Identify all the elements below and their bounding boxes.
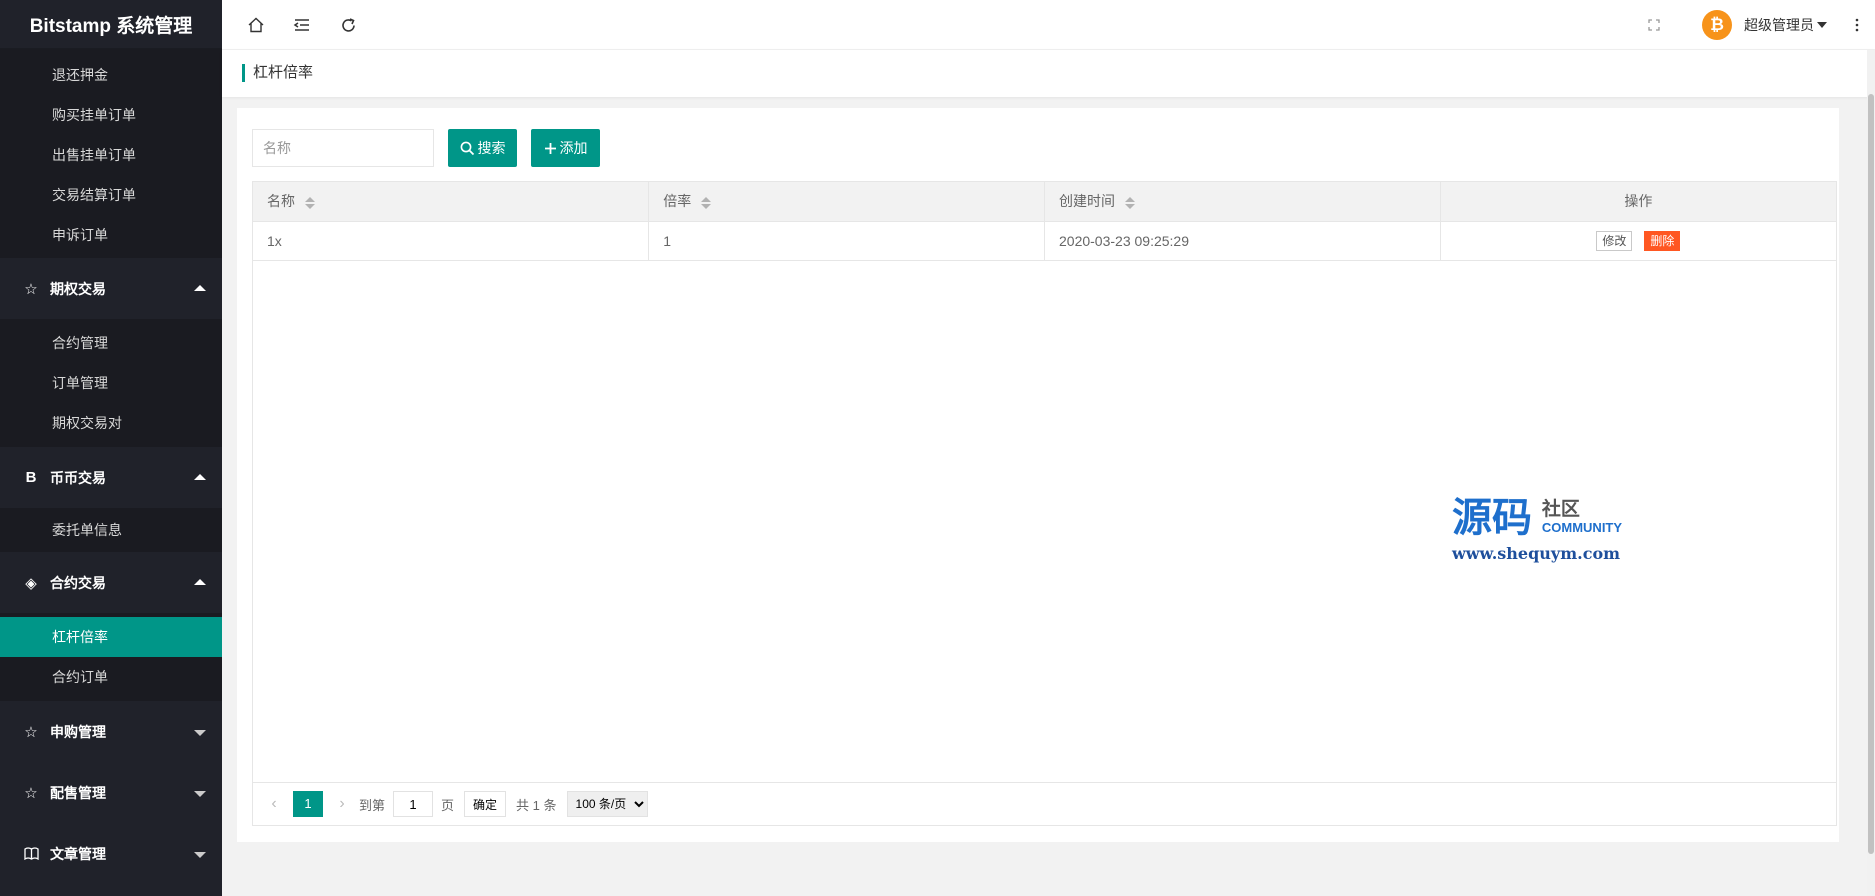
chevron-down-icon xyxy=(194,790,206,797)
sidebar-item-settlement-orders[interactable]: 交易结算订单 xyxy=(0,175,222,215)
star-icon: ☆ xyxy=(24,280,38,298)
page-unit-label: 页 xyxy=(441,797,455,813)
page-scrollbar[interactable] xyxy=(1867,50,1875,896)
user-menu[interactable]: ₿ 超级管理员 xyxy=(1702,10,1827,40)
current-page[interactable]: 1 xyxy=(293,791,323,817)
cell-rate: 1 xyxy=(648,221,1045,261)
sidebar-item-entrust-info[interactable]: 委托单信息 xyxy=(0,510,222,550)
page-size-select[interactable]: 100 条/页 xyxy=(566,791,648,817)
column-header-name[interactable]: 名称 xyxy=(253,182,650,222)
sidebar-item-buy-orders[interactable]: 购买挂单订单 xyxy=(0,95,222,135)
refresh-icon[interactable] xyxy=(336,13,360,37)
column-header-actions: 操作 xyxy=(1440,182,1836,222)
cell-name: 1x xyxy=(253,221,650,261)
sidebar-item-refund-deposit[interactable]: 退还押金 xyxy=(0,55,222,95)
sidebar-group-options[interactable]: ☆ 期权交易 xyxy=(0,258,222,319)
sidebar-group-label: 文章管理 xyxy=(50,845,106,862)
spot-submenu: 委托单信息 xyxy=(0,508,222,552)
content-panel: 搜索 添加 名称 倍率 创建时间 操作 1x 1 2020-03-23 09:2… xyxy=(237,108,1839,842)
edit-button[interactable]: 修改 xyxy=(1596,230,1633,251)
chevron-up-icon xyxy=(194,284,206,291)
search-icon xyxy=(460,141,474,155)
cell-actions: 修改 删除 xyxy=(1440,221,1836,261)
sidebar-group-spot[interactable]: B 币币交易 xyxy=(0,447,222,508)
home-icon[interactable] xyxy=(244,13,268,37)
sidebar-group-label: 币币交易 xyxy=(50,469,106,486)
fullscreen-icon[interactable] xyxy=(1642,13,1666,37)
watermark-side: 社区 COMMUNITY xyxy=(1542,500,1622,536)
sidebar-top-submenu: 退还押金 购买挂单订单 出售挂单订单 交易结算订单 申诉订单 xyxy=(0,49,222,258)
column-header-rate[interactable]: 倍率 xyxy=(648,182,1045,222)
page-title: 杠杆倍率 xyxy=(242,64,313,82)
watermark-side-text: 社区 xyxy=(1541,499,1580,520)
sidebar-group-label: 配售管理 xyxy=(50,784,106,801)
table-row: 1x 1 2020-03-23 09:25:29 修改 删除 xyxy=(253,221,1836,261)
sidebar-group-label: 期权交易 xyxy=(50,280,106,297)
sidebar-group-contract[interactable]: ◈ 合约交易 xyxy=(0,552,222,613)
sidebar-group-label: 合约交易 xyxy=(50,574,106,591)
table-header-row: 名称 倍率 创建时间 操作 xyxy=(253,182,1836,222)
goto-label: 到第 xyxy=(359,797,386,813)
add-button[interactable]: 添加 xyxy=(531,129,600,167)
avatar: ₿ xyxy=(1702,10,1732,40)
book-icon xyxy=(22,847,40,860)
options-submenu: 合约管理 订单管理 期权交易对 xyxy=(0,319,222,447)
user-name: 超级管理员 xyxy=(1744,17,1814,33)
sort-icon[interactable] xyxy=(305,196,315,209)
page-tab-bar: 杠杆倍率 xyxy=(222,50,1875,97)
star-icon: ☆ xyxy=(24,723,38,741)
watermark: 源码 社区 COMMUNITY www.shequym.com xyxy=(1452,496,1622,563)
plus-icon xyxy=(544,142,556,154)
caret-down-icon xyxy=(1817,22,1827,28)
sidebar-item-order-management[interactable]: 订单管理 xyxy=(0,363,222,403)
diamond-icon: ◈ xyxy=(25,574,37,592)
sort-icon[interactable] xyxy=(701,196,712,209)
column-header-label: 创建时间 xyxy=(1059,193,1115,210)
star-icon: ☆ xyxy=(24,784,38,802)
chevron-down-icon xyxy=(194,851,206,858)
sidebar-item-leverage-rate[interactable]: 杠杆倍率 xyxy=(0,617,222,657)
goto-confirm-button[interactable]: 确定 xyxy=(464,791,507,817)
delete-button[interactable]: 删除 xyxy=(1644,230,1681,251)
cell-created: 2020-03-23 09:25:29 xyxy=(1044,221,1441,261)
sidebar-item-option-pairs[interactable]: 期权交易对 xyxy=(0,403,222,443)
chevron-up-icon xyxy=(194,473,206,480)
prev-page-icon[interactable]: ‹ xyxy=(263,795,285,813)
sidebar-item-contract-orders[interactable]: 合约订单 xyxy=(0,657,222,697)
column-header-label: 倍率 xyxy=(663,193,692,210)
total-count: 共 1 条 xyxy=(516,797,557,813)
sidebar: Bitstamp 系统管理 退还押金 购买挂单订单 出售挂单订单 交易结算订单 … xyxy=(0,0,222,896)
menu-fold-icon[interactable] xyxy=(290,13,314,37)
scrollbar-thumb[interactable] xyxy=(1868,94,1874,854)
more-icon[interactable] xyxy=(1845,13,1869,37)
watermark-url: www.shequym.com xyxy=(1452,544,1621,563)
app-logo: Bitstamp 系统管理 xyxy=(0,0,222,49)
chevron-down-icon xyxy=(194,729,206,736)
next-page-icon[interactable]: › xyxy=(331,795,353,813)
column-header-created[interactable]: 创建时间 xyxy=(1044,182,1441,222)
sidebar-group-articles[interactable]: 文章管理 xyxy=(0,823,222,884)
pagination: ‹ 1 › 到第 页 确定 共 1 条 100 条/页 xyxy=(253,782,1836,825)
column-header-label: 名称 xyxy=(267,193,295,210)
watermark-community: COMMUNITY xyxy=(1541,520,1623,535)
sidebar-group-label: 申购管理 xyxy=(50,723,106,740)
search-input[interactable] xyxy=(252,129,434,167)
sidebar-item-sell-orders[interactable]: 出售挂单订单 xyxy=(0,135,222,175)
add-button-label: 添加 xyxy=(559,140,588,156)
search-button-label: 搜索 xyxy=(477,140,506,156)
watermark-big-text: 源码 xyxy=(1452,495,1532,541)
search-button[interactable]: 搜索 xyxy=(448,129,517,167)
sidebar-group-subscription[interactable]: ☆ 申购管理 xyxy=(0,701,222,762)
chevron-up-icon xyxy=(194,578,206,585)
contract-submenu: 杠杆倍率 合约订单 xyxy=(0,613,222,701)
top-header: ₿ 超级管理员 xyxy=(222,0,1875,50)
b-icon: B xyxy=(25,469,37,486)
sort-icon[interactable] xyxy=(1125,196,1135,209)
sidebar-item-appeal-orders[interactable]: 申诉订单 xyxy=(0,215,222,255)
sidebar-group-placement[interactable]: ☆ 配售管理 xyxy=(0,762,222,823)
sidebar-item-contract-management[interactable]: 合约管理 xyxy=(0,323,222,363)
goto-page-input[interactable] xyxy=(393,791,434,817)
